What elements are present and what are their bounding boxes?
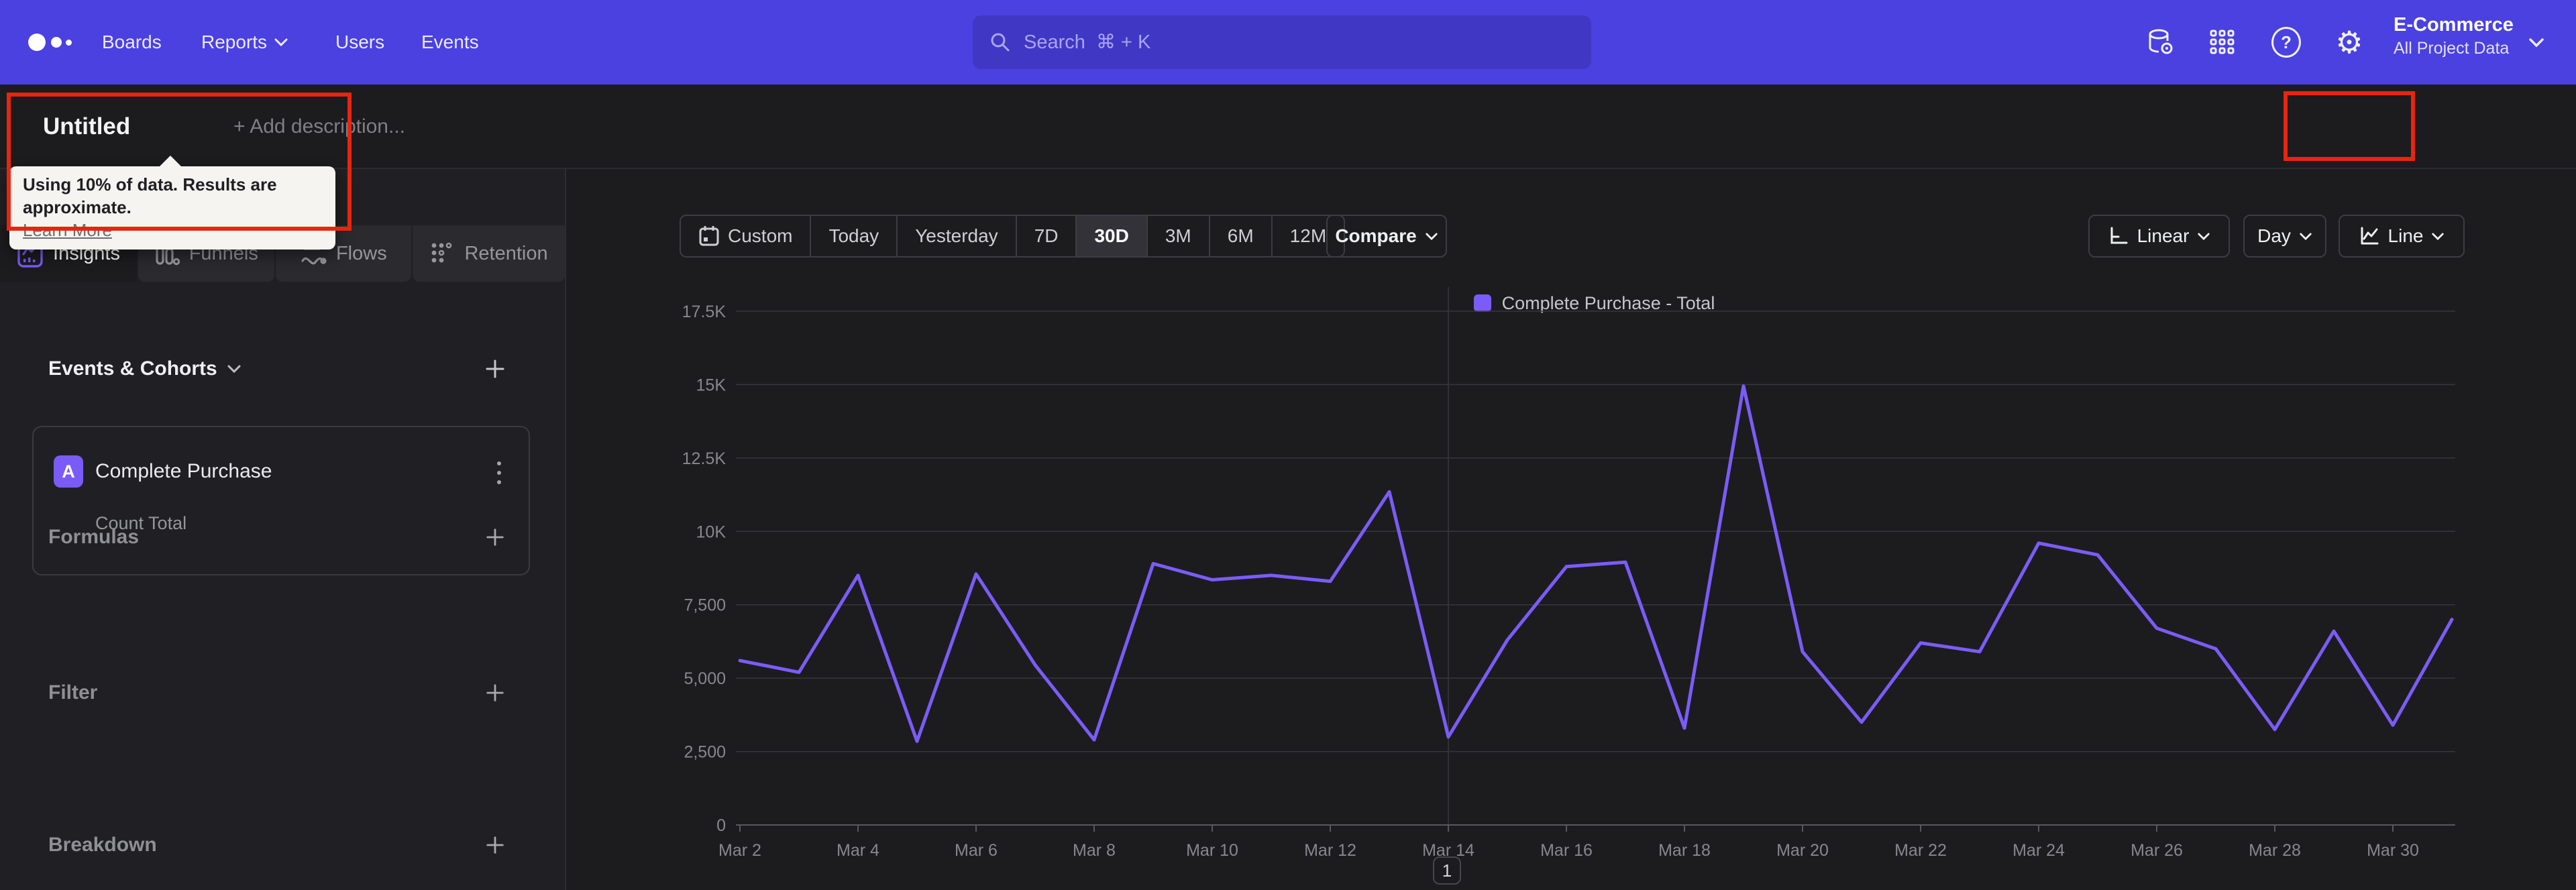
calendar-icon — [699, 226, 719, 246]
chart-type-selector[interactable]: Line — [2339, 215, 2465, 258]
date-range-custom[interactable]: Custom — [681, 216, 810, 256]
settings-gear-icon[interactable]: ⚙ — [2334, 27, 2364, 58]
date-range-6m[interactable]: 6M — [1208, 216, 1271, 256]
add-breakdown-button[interactable] — [483, 833, 507, 857]
chevron-down-icon — [274, 38, 288, 47]
learn-more-link[interactable]: Learn More — [23, 219, 322, 241]
date-range-yesterday[interactable]: Yesterday — [896, 216, 1016, 256]
chevron-down-icon — [2198, 233, 2210, 240]
chevron-down-icon — [2432, 233, 2445, 240]
nav-users[interactable]: Users — [335, 0, 384, 85]
compare-button[interactable]: Compare — [1326, 215, 1447, 258]
database-gear-icon — [2149, 29, 2173, 54]
chevron-down-icon[interactable] — [227, 364, 241, 374]
event-name[interactable]: Complete Purchase — [95, 455, 272, 488]
chevron-down-icon — [1426, 233, 1438, 240]
filter-section: Filter — [0, 673, 565, 713]
chart-legend[interactable]: Complete Purchase - Total — [740, 293, 2449, 313]
report-header: Untitled Sampled + Add description... — [0, 85, 2576, 233]
search-icon — [991, 33, 1010, 52]
top-nav: Boards Reports Users Events Search ⌘ + K… — [0, 0, 2576, 85]
chevron-down-icon — [2300, 233, 2312, 240]
event-options-kebab-icon[interactable] — [487, 459, 511, 486]
date-range-control: Custom Today Yesterday 7D 30D 3M 6M 12M — [680, 215, 1346, 258]
add-event-button[interactable] — [483, 357, 507, 381]
granularity-selector[interactable]: Day — [2243, 215, 2326, 258]
project-switcher[interactable]: E-Commerce All Project Data — [2394, 12, 2528, 59]
project-name: E-Commerce — [2394, 14, 2514, 36]
scale-selector[interactable]: Linear — [2088, 215, 2230, 258]
nav-boards[interactable]: Boards — [102, 0, 162, 85]
linear-axis-icon — [2110, 227, 2128, 244]
app-window: Boards Reports Users Events Search ⌘ + K… — [0, 0, 2576, 890]
formulas-section: Formulas — [0, 517, 565, 557]
global-search[interactable] — [973, 15, 1591, 69]
add-formula-button[interactable] — [483, 525, 507, 549]
line-chart-icon — [2361, 227, 2379, 245]
nav-reports[interactable]: Reports — [201, 0, 288, 85]
series-letter-badge: A — [54, 455, 83, 488]
help-icon[interactable]: ? — [2271, 27, 2301, 58]
query-sidebar: Insights Funnels Flows Retention Events … — [0, 169, 566, 890]
tooltip-text: Using 10% of data. Results are approxima… — [23, 174, 277, 217]
pagination-page-1[interactable]: 1 — [1433, 856, 1461, 885]
data-management-icon[interactable] — [2145, 27, 2175, 57]
project-scope: All Project Data — [2394, 39, 2510, 58]
nav-events[interactable]: Events — [421, 0, 479, 85]
report-title[interactable]: Untitled — [43, 85, 130, 169]
sampling-tooltip: Using 10% of data. Results are approxima… — [9, 156, 335, 249]
date-range-7d[interactable]: 7D — [1015, 216, 1076, 256]
tooltip-arrow — [158, 156, 182, 168]
tab-retention[interactable]: Retention — [413, 225, 565, 282]
add-description[interactable]: + Add description... — [233, 85, 405, 169]
search-input[interactable] — [1022, 30, 1575, 54]
retention-icon — [432, 242, 452, 263]
date-range-today[interactable]: Today — [810, 216, 896, 256]
events-cohorts-header: Events & Cohorts — [0, 354, 565, 384]
legend-label: Complete Purchase - Total — [1501, 292, 1715, 313]
project-chevron-down-icon[interactable] — [2528, 37, 2545, 49]
apps-grid-icon[interactable] — [2208, 27, 2237, 57]
add-filter-button[interactable] — [483, 681, 507, 705]
date-range-30d[interactable]: 30D — [1075, 216, 1146, 256]
chart-panel: Custom Today Yesterday 7D 30D 3M 6M 12M … — [566, 169, 2576, 890]
breakdown-section: Breakdown — [0, 825, 565, 865]
legend-swatch — [1473, 294, 1491, 312]
date-range-3m[interactable]: 3M — [1146, 216, 1209, 256]
